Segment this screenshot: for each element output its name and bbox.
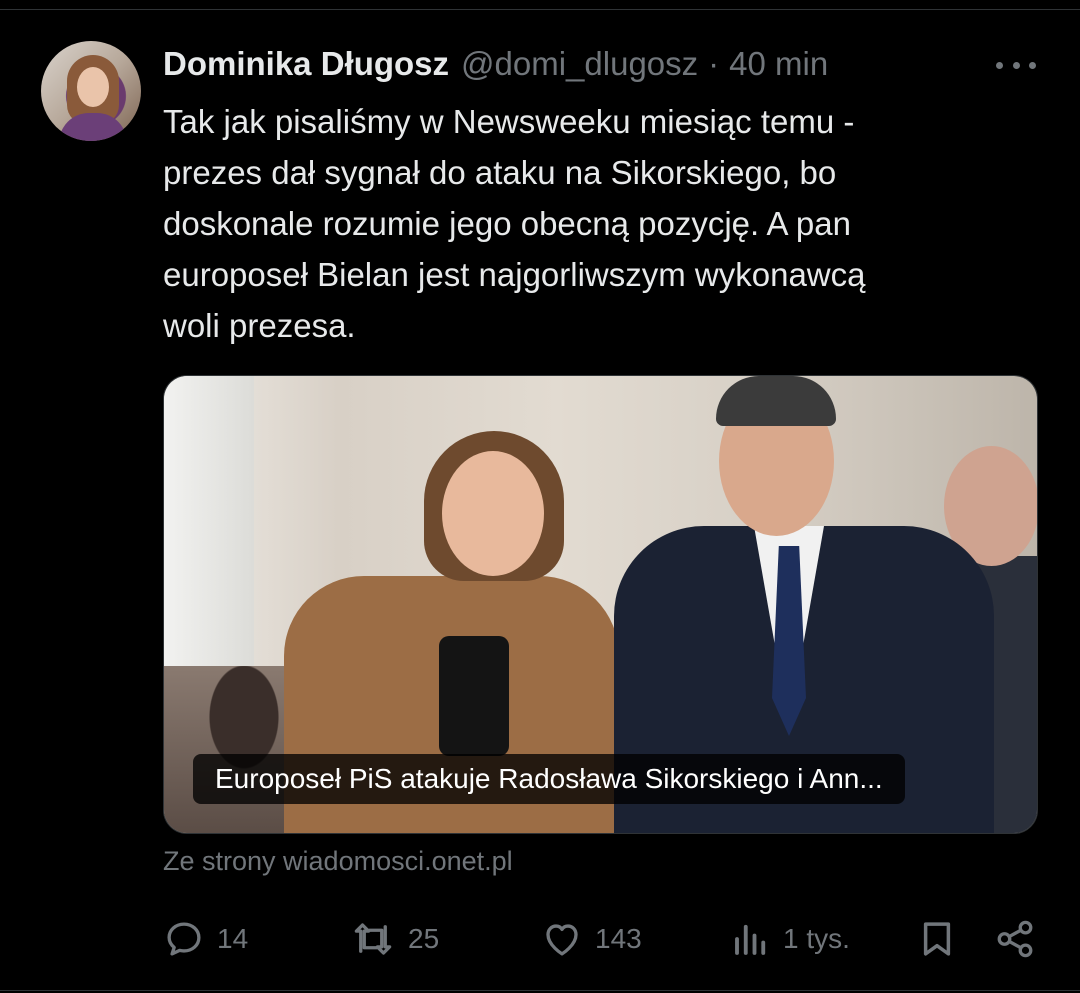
link-card[interactable]: Europoseł PiS atakuje Radosława Sikorski…	[163, 375, 1038, 834]
reply-icon	[163, 918, 205, 960]
more-dot	[1012, 61, 1020, 69]
avatar-shirt	[59, 113, 127, 141]
photo-man-hair	[716, 376, 836, 426]
photo-woman-top	[439, 636, 509, 756]
avatar-face	[77, 67, 109, 107]
repost-icon	[350, 918, 396, 960]
more-dot	[1029, 61, 1036, 69]
tweet-header: Dominika Długosz @domi_dlugosz · 40 min	[163, 42, 828, 86]
photo-woman-face	[442, 451, 544, 576]
like-button[interactable]: 143	[541, 912, 642, 966]
views-button[interactable]: 1 tys.	[731, 912, 850, 966]
action-bar: 14 25 143 1 tys.	[0, 912, 1080, 966]
top-divider	[0, 9, 1080, 10]
card-caption: Europoseł PiS atakuje Radosława Sikorski…	[193, 754, 905, 804]
tweet-timestamp[interactable]: 40 min	[729, 45, 828, 83]
author-handle[interactable]: @domi_dlugosz	[461, 45, 698, 83]
heart-icon	[541, 918, 583, 960]
repost-count: 25	[408, 923, 440, 954]
reply-count: 14	[217, 923, 249, 954]
share-icon	[994, 918, 1036, 960]
bookmark-icon	[917, 918, 957, 960]
more-options-button[interactable]	[996, 50, 1036, 80]
share-button[interactable]	[994, 912, 1036, 966]
views-count: 1 tys.	[783, 923, 850, 954]
photo-window	[164, 376, 254, 676]
reply-button[interactable]: 14	[163, 912, 248, 966]
bottom-divider	[0, 990, 1080, 991]
header-separator: ·	[708, 45, 720, 82]
avatar[interactable]	[41, 41, 141, 141]
tweet-text: Tak jak pisaliśmy w Newsweeku miesiąc te…	[163, 103, 866, 344]
card-source[interactable]: Ze strony wiadomosci.onet.pl	[163, 846, 513, 877]
author-name[interactable]: Dominika Długosz	[163, 45, 449, 83]
repost-button[interactable]: 25	[350, 912, 439, 966]
like-count: 143	[595, 923, 642, 954]
bookmark-button[interactable]	[917, 912, 957, 966]
more-dot	[996, 61, 1003, 69]
views-icon	[731, 918, 771, 960]
